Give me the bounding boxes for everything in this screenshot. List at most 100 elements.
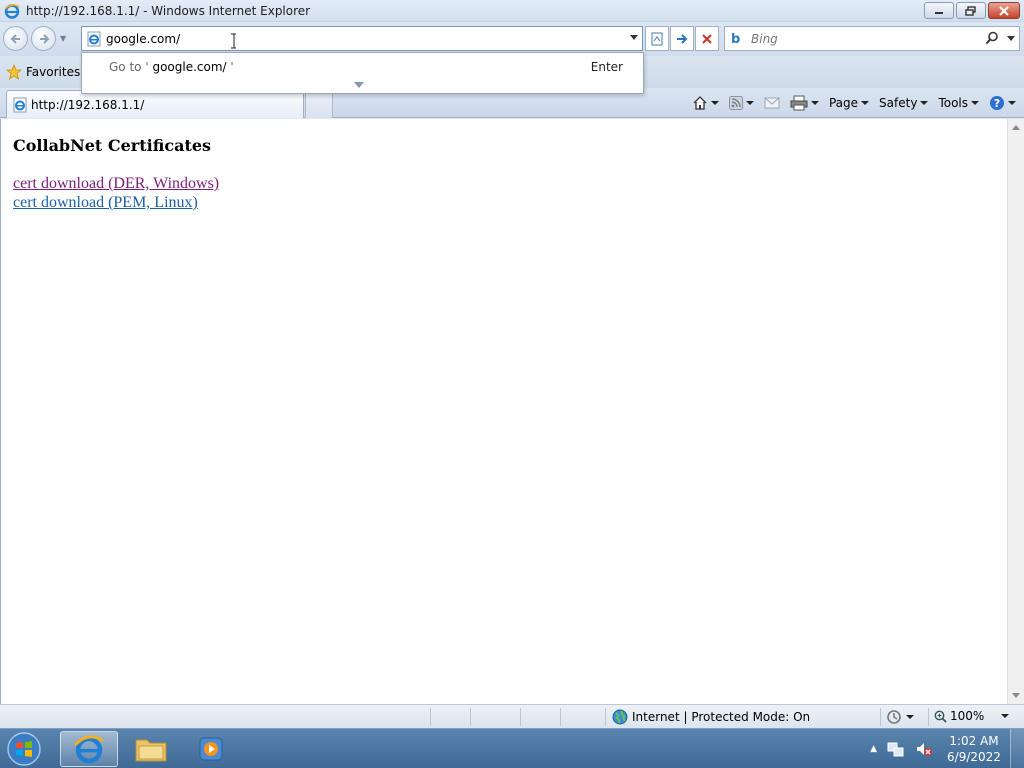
status-divider <box>928 708 929 726</box>
taskbar-media-player[interactable] <box>182 731 240 767</box>
ie-logo-icon <box>73 735 104 764</box>
safety-menu[interactable]: Safety <box>877 92 930 114</box>
tab-label: http://192.168.1.1/ <box>31 98 145 112</box>
security-zone[interactable]: Internet | Protected Mode: On <box>612 709 810 725</box>
print-button[interactable] <box>788 92 821 114</box>
read-mail-button[interactable] <box>762 92 782 114</box>
status-divider <box>880 708 881 726</box>
home-icon <box>693 96 707 110</box>
compatibility-view-button[interactable] <box>645 26 669 51</box>
stop-button[interactable] <box>695 26 719 51</box>
go-button[interactable] <box>670 26 694 51</box>
favorites-button[interactable]: Favorites <box>6 62 80 82</box>
volume-muted-icon[interactable] <box>915 741 933 757</box>
forward-button[interactable] <box>31 26 56 51</box>
star-icon <box>6 64 22 80</box>
new-tab-button[interactable] <box>305 90 333 118</box>
status-tools[interactable] <box>886 709 914 725</box>
back-arrow-icon <box>10 34 20 44</box>
page-menu-label: Page <box>828 96 859 110</box>
ie-page-icon <box>13 97 27 113</box>
system-clock[interactable]: 1:02 AM 6/9/2022 <box>944 733 1004 765</box>
goto-prefix: Go to ' <box>109 60 149 74</box>
chevron-down-icon[interactable] <box>906 715 914 719</box>
windows-start-icon <box>7 732 41 766</box>
cert-download-pem-link[interactable]: cert download (PEM, Linux) <box>13 194 198 212</box>
feeds-button[interactable] <box>727 92 756 114</box>
compatibility-view-icon <box>651 32 663 45</box>
chevron-down-icon <box>1008 101 1016 105</box>
text-cursor-icon <box>231 33 236 49</box>
chevron-down-icon <box>971 101 979 105</box>
help-menu[interactable]: ? <box>987 92 1018 114</box>
goto-url: google.com/ <box>152 60 227 74</box>
back-button[interactable] <box>3 26 28 51</box>
protected-mode-icon <box>887 710 901 724</box>
zoom-level: 100% <box>950 709 985 723</box>
taskbar: ▲ 1:02 AM 6/9/2022 <box>0 728 1024 768</box>
status-divider <box>430 708 431 726</box>
close-button[interactable] <box>988 2 1020 19</box>
clock-time: 1:02 AM <box>949 734 999 748</box>
security-zone-label: Internet | Protected Mode: On <box>632 710 811 724</box>
chevron-down-icon[interactable] <box>810 101 819 105</box>
goto-suffix: ' <box>230 60 234 74</box>
page-content: CollabNet Certificates cert download (DE… <box>0 119 1007 704</box>
search-options-dropdown[interactable] <box>1007 36 1015 41</box>
start-button[interactable] <box>4 731 46 767</box>
home-button[interactable] <box>690 92 721 114</box>
folder-icon <box>135 739 167 762</box>
cert-download-der-link[interactable]: cert download (DER, Windows) <box>13 175 219 193</box>
safety-menu-label: Safety <box>879 96 918 110</box>
expand-suggestions-button[interactable] <box>354 82 364 88</box>
tools-menu-label: Tools <box>938 96 968 110</box>
scroll-down-icon[interactable] <box>1012 693 1020 698</box>
show-desktop-button[interactable] <box>1010 729 1024 768</box>
show-hidden-icons-button[interactable]: ▲ <box>870 744 877 754</box>
bing-logo-icon: b <box>731 32 741 47</box>
chevron-down-icon[interactable] <box>710 101 719 105</box>
navigation-bar: ▼ b <box>0 22 1024 56</box>
ie-logo-icon <box>4 4 20 19</box>
address-dropdown-button[interactable] <box>630 35 638 40</box>
svg-text:?: ? <box>994 97 1000 110</box>
taskbar-internet-explorer[interactable] <box>60 731 118 767</box>
restore-icon <box>965 5 976 16</box>
page-menu[interactable]: Page <box>827 92 871 114</box>
vertical-scrollbar[interactable] <box>1007 119 1024 704</box>
search-box[interactable]: b <box>724 26 1020 51</box>
taskbar-file-explorer[interactable] <box>122 731 180 767</box>
tools-menu[interactable]: Tools <box>936 92 981 114</box>
enter-hint: Enter <box>590 60 623 74</box>
close-icon <box>999 5 1009 16</box>
forward-arrow-icon <box>40 34 50 44</box>
chevron-down-icon[interactable] <box>745 101 754 105</box>
printer-icon <box>790 95 808 111</box>
minimize-button[interactable] <box>924 2 954 19</box>
restore-button[interactable] <box>956 2 986 19</box>
stop-x-icon <box>702 33 712 44</box>
zoom-control[interactable]: 100% <box>934 709 1010 723</box>
status-divider <box>560 708 561 726</box>
zoom-icon <box>934 710 947 723</box>
status-divider <box>470 708 471 726</box>
page-heading: CollabNet Certificates <box>13 136 212 155</box>
clock-date: 6/9/2022 <box>947 750 1001 764</box>
media-player-icon <box>199 737 223 761</box>
address-bar[interactable] <box>81 26 643 51</box>
recent-pages-dropdown[interactable]: ▼ <box>60 34 66 43</box>
favorites-label: Favorites <box>26 65 81 79</box>
go-arrow-icon <box>677 33 688 44</box>
scroll-up-icon[interactable] <box>1012 125 1020 130</box>
tab-current[interactable]: http://192.168.1.1/ <box>6 90 304 118</box>
address-input[interactable] <box>106 30 626 48</box>
chevron-down-icon[interactable] <box>1001 714 1010 718</box>
status-divider <box>520 708 521 726</box>
chevron-down-icon <box>861 101 870 105</box>
address-autocomplete: Go to ' google.com/ ' Enter <box>81 52 644 94</box>
goto-suggestion[interactable]: Go to ' google.com/ ' <box>109 60 234 74</box>
minimize-icon <box>935 11 943 14</box>
network-icon[interactable] <box>887 741 905 757</box>
search-input[interactable] <box>751 30 971 48</box>
search-icon[interactable] <box>985 31 999 45</box>
